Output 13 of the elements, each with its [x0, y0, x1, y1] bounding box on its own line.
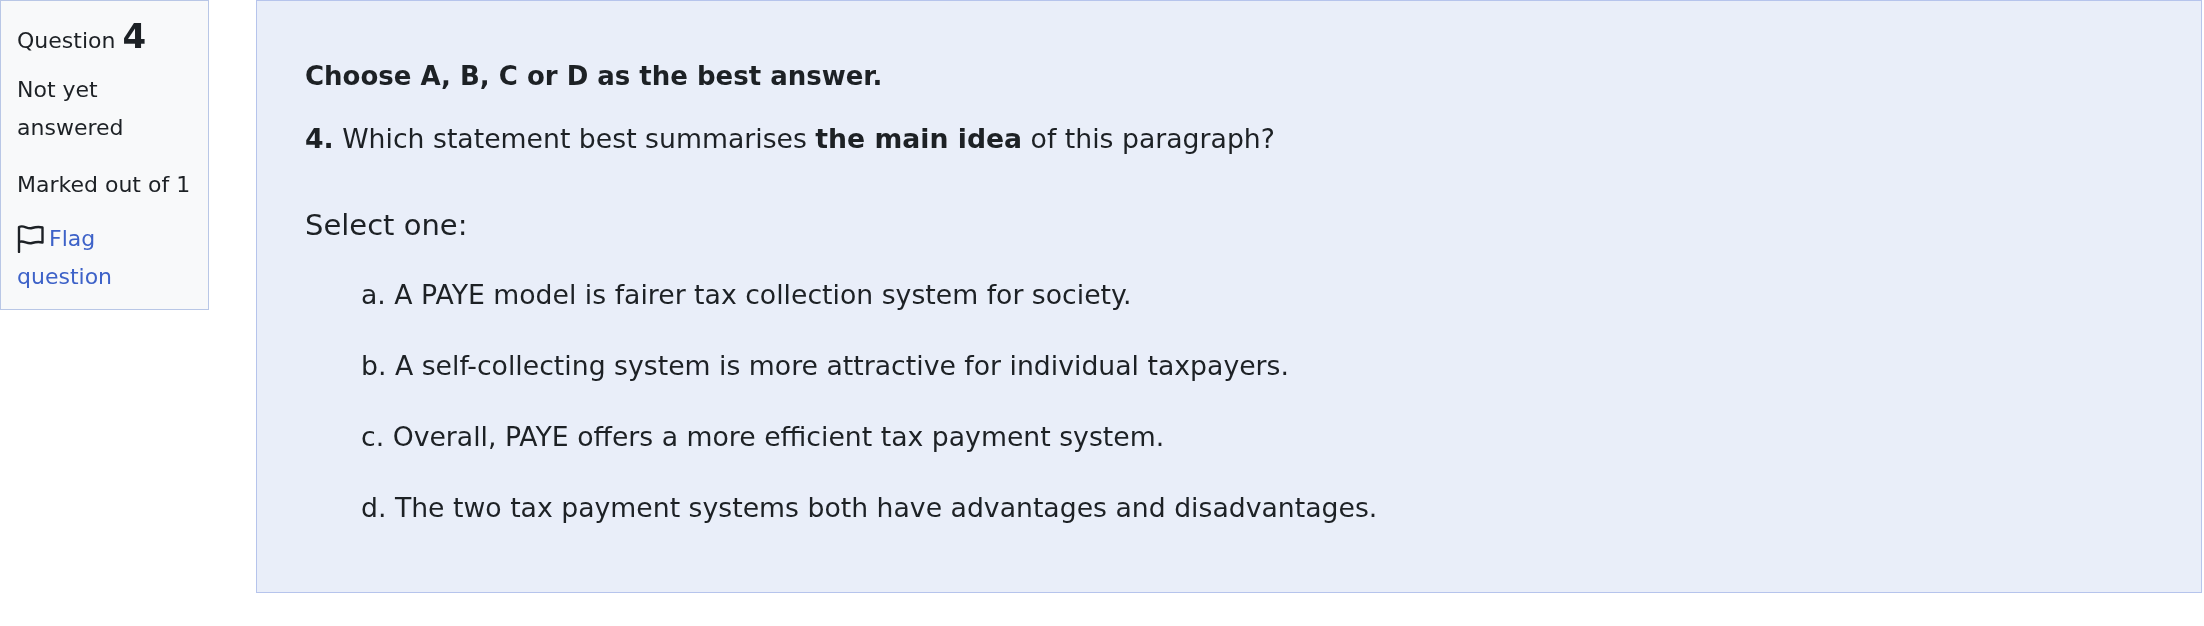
select-prompt: Select one:	[305, 207, 469, 244]
question-label: Question	[17, 28, 116, 53]
answer-option[interactable]: a. A PAYE model is fairer tax collection system for society.	[361, 275, 1132, 314]
marks-text: Marked out of 1	[17, 170, 191, 199]
answer-option[interactable]: c. Overall, PAYE offers a more efficient tax payment system.	[361, 417, 1165, 456]
flag-icon	[17, 224, 44, 253]
question-number: 4	[122, 16, 147, 56]
instruction-text: Choose A, B, C or D as the best answer.	[305, 60, 884, 93]
answer-status: Not yet answered	[17, 75, 125, 142]
answer-option[interactable]: d. The two tax payment systems both have advantages and disadvantages.	[361, 488, 1378, 527]
question-text: 4. Which statement best summarises the main idea of this paragraph?	[305, 122, 1276, 156]
answer-option[interactable]: b. A self-collecting system is more attractive for individual taxpayers.	[361, 346, 1289, 385]
flag-question-link[interactable]: Flag question	[17, 219, 187, 296]
